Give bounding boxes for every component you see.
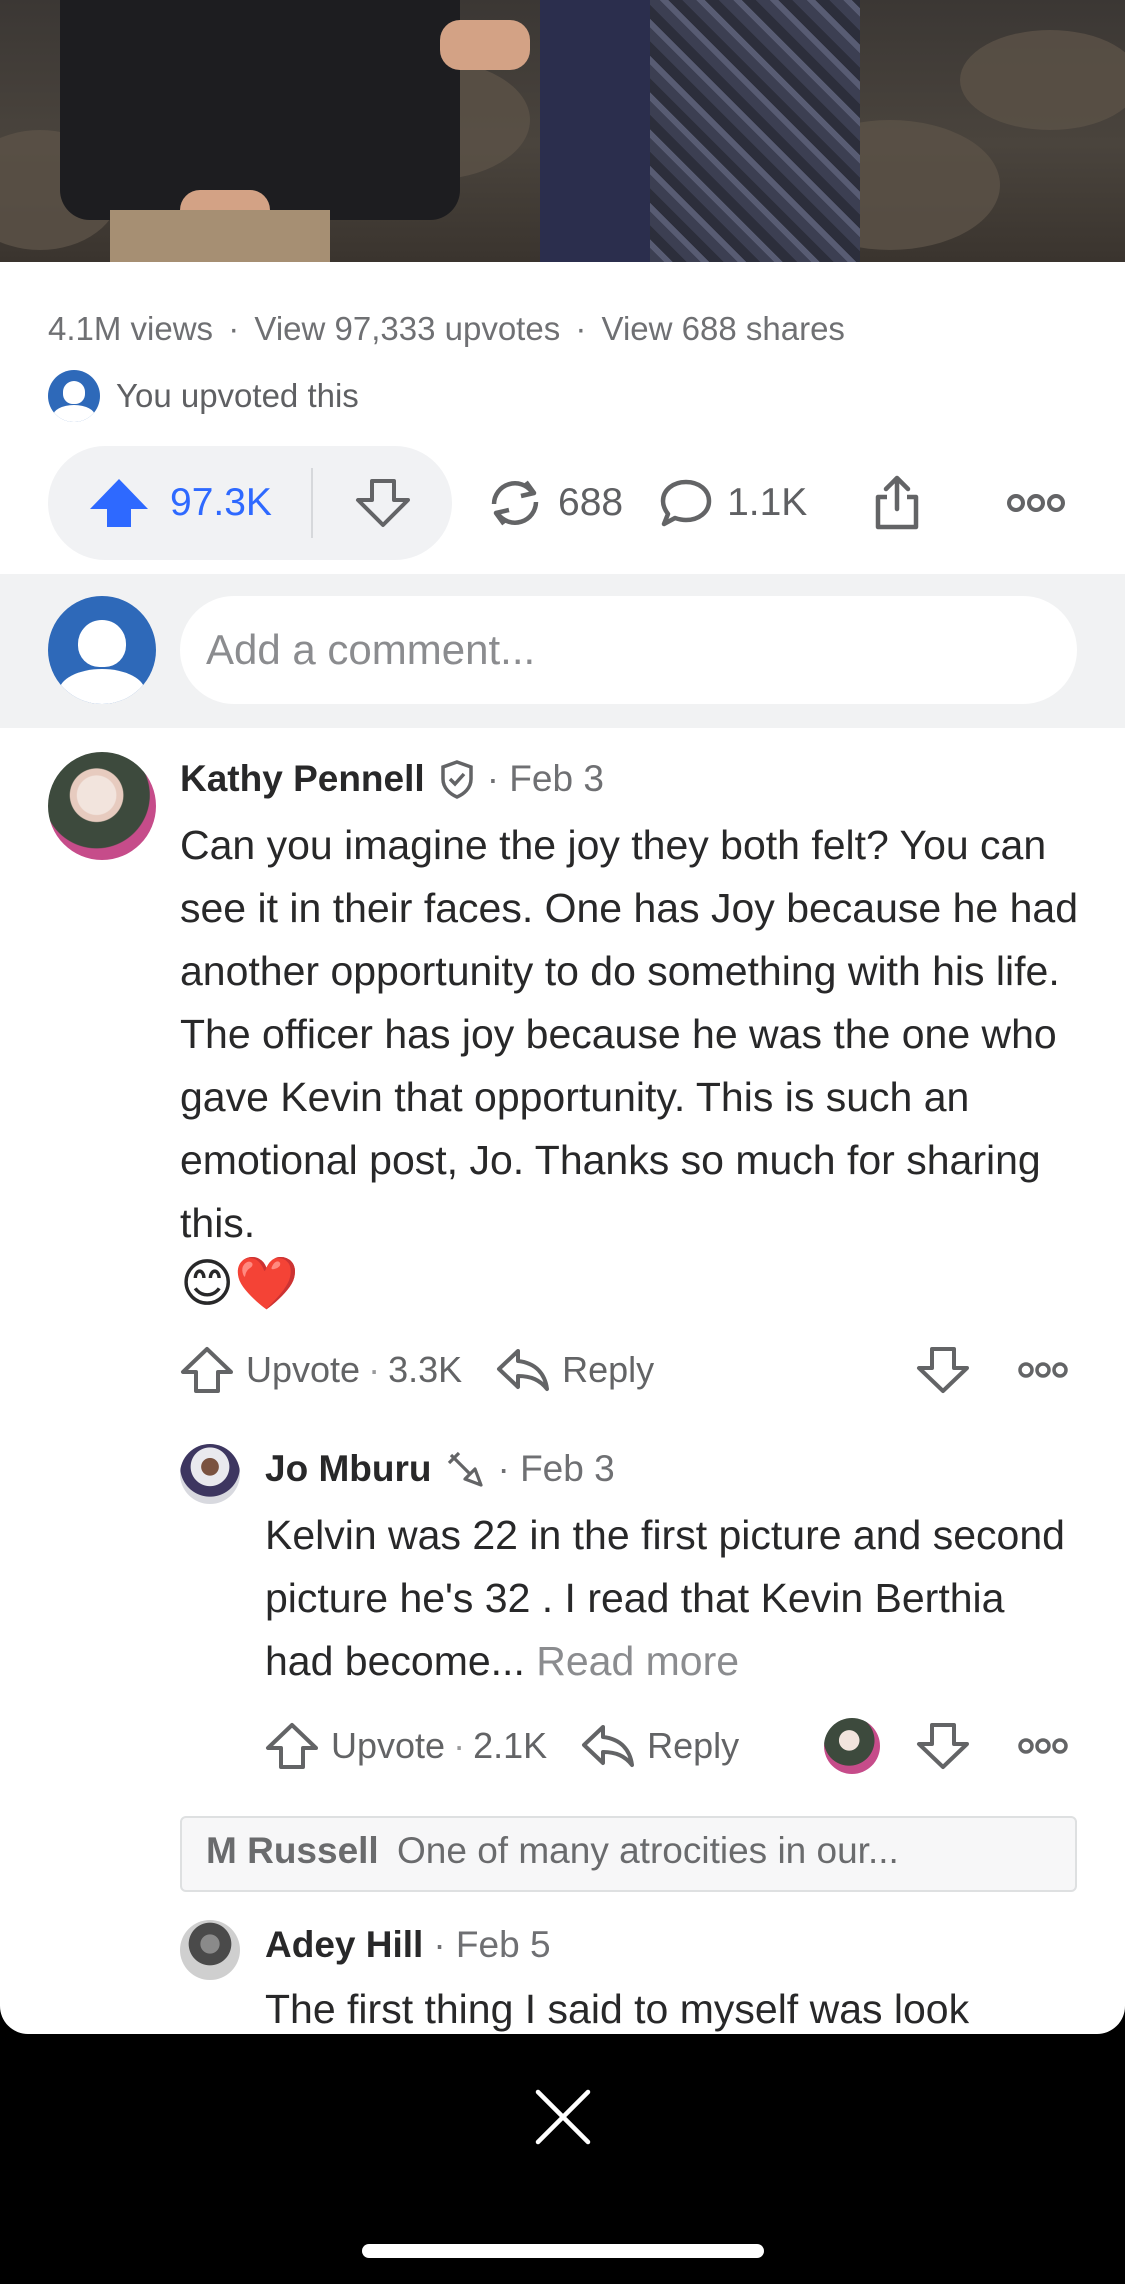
quote-author: M Russell bbox=[206, 1830, 379, 1871]
avatar bbox=[48, 370, 100, 422]
comment-actions: Upvote · 3.3K Reply bbox=[180, 1346, 1080, 1394]
post-sheet: 4.1M views · View 97,333 upvotes · View … bbox=[0, 0, 1125, 2034]
comment-author[interactable]: Kathy Pennell bbox=[180, 758, 425, 800]
separator: · bbox=[575, 310, 587, 347]
more-icon bbox=[1007, 494, 1065, 512]
collapsed-comment[interactable]: M Russell One of many atrocities in our.… bbox=[180, 1816, 1077, 1892]
more-icon bbox=[1018, 1362, 1068, 1378]
reply-icon bbox=[582, 1725, 635, 1767]
upvote-button[interactable]: 97.3K bbox=[48, 468, 313, 538]
post-photo[interactable] bbox=[0, 0, 1125, 262]
reply-button[interactable]: Reply bbox=[496, 1347, 654, 1393]
shield-badge-icon bbox=[440, 760, 473, 799]
avatar[interactable] bbox=[180, 1444, 240, 1504]
comment-author[interactable]: Jo Mburu bbox=[265, 1448, 431, 1490]
comment-date: · Feb 5 bbox=[433, 1924, 551, 1965]
upvote-count: 97.3K bbox=[170, 481, 272, 524]
more-options-button[interactable] bbox=[1018, 1361, 1068, 1379]
photo-jacket bbox=[60, 0, 460, 220]
separator: · bbox=[368, 1349, 381, 1390]
upvote-icon bbox=[266, 1723, 318, 1769]
share-button[interactable]: 688 bbox=[486, 476, 623, 530]
quote-text: One of many atrocities in our... bbox=[397, 1830, 899, 1871]
comment-header: Jo Mburu · Feb 3 bbox=[265, 1448, 615, 1490]
upvoter-avatar bbox=[824, 1718, 880, 1774]
avatar[interactable] bbox=[48, 752, 156, 860]
comment-count: 1.1K bbox=[727, 481, 808, 524]
reply-label: Reply bbox=[647, 1725, 740, 1766]
comment-text: The first thing I said to myself was loo… bbox=[265, 1986, 970, 2032]
upvote-count: 2.1K bbox=[473, 1725, 548, 1766]
separator: · bbox=[453, 1725, 466, 1766]
comment-emojis: 😊❤️ bbox=[180, 1255, 299, 1313]
upvote-count: 3.3K bbox=[388, 1349, 463, 1390]
post-stats: 4.1M views · View 97,333 upvotes · View … bbox=[48, 310, 851, 348]
comment-button[interactable]: 1.1K bbox=[659, 478, 807, 528]
downvote-icon bbox=[917, 1347, 969, 1393]
upvote-button[interactable]: Upvote bbox=[180, 1346, 360, 1394]
avatar bbox=[48, 596, 156, 704]
upvote-button[interactable]: Upvote bbox=[265, 1722, 445, 1770]
comment-actions: Upvote · 2.1K Reply bbox=[265, 1718, 1080, 1774]
view-shares-link[interactable]: View 688 shares bbox=[602, 310, 845, 347]
avatar[interactable] bbox=[180, 1920, 240, 1980]
comment-author[interactable]: Adey Hill bbox=[265, 1924, 423, 1966]
comment-text: Kelvin was 22 in the first picture and s… bbox=[265, 1504, 1080, 1693]
upvote-filled-icon bbox=[90, 479, 148, 527]
pen-badge-icon bbox=[448, 1451, 484, 1487]
separator: · bbox=[228, 310, 240, 347]
upvote-icon bbox=[181, 1347, 233, 1393]
comment-input[interactable]: Add a comment... bbox=[180, 596, 1077, 704]
downvote-button[interactable] bbox=[313, 478, 452, 528]
upload-share-button[interactable] bbox=[873, 475, 921, 531]
comment-header: Kathy Pennell · Feb 3 bbox=[180, 758, 604, 800]
comment-text: Can you imagine the joy they both felt? … bbox=[180, 822, 1078, 1246]
downvote-button[interactable] bbox=[916, 1346, 970, 1394]
upvoted-note: You upvoted this bbox=[48, 370, 359, 422]
upload-icon bbox=[876, 475, 919, 530]
close-button[interactable] bbox=[534, 2088, 592, 2146]
comment-icon bbox=[660, 479, 712, 527]
view-upvotes-link[interactable]: View 97,333 upvotes bbox=[254, 310, 560, 347]
upvoted-label: You upvoted this bbox=[116, 377, 359, 414]
share-icon bbox=[491, 480, 539, 526]
photo-stone bbox=[960, 30, 1125, 130]
downvote-icon bbox=[355, 479, 410, 527]
read-more-link[interactable]: Read more bbox=[536, 1638, 739, 1684]
downvote-button[interactable] bbox=[916, 1722, 970, 1770]
photo-plaid-shirt bbox=[650, 0, 860, 262]
photo-hand bbox=[440, 20, 530, 70]
reply-button[interactable]: Reply bbox=[581, 1723, 739, 1769]
reply-icon bbox=[497, 1349, 550, 1391]
close-icon bbox=[535, 2089, 591, 2145]
more-options-button[interactable] bbox=[1006, 493, 1066, 513]
photo-trousers bbox=[110, 210, 330, 262]
more-options-button[interactable] bbox=[1018, 1737, 1068, 1755]
upvote-label: Upvote bbox=[331, 1725, 446, 1766]
downvote-icon bbox=[917, 1723, 969, 1769]
reply-label: Reply bbox=[562, 1349, 655, 1390]
comment-bar: Add a comment... bbox=[0, 574, 1125, 728]
share-count: 688 bbox=[558, 481, 624, 524]
comment-date: · Feb 3 bbox=[497, 1448, 615, 1489]
more-icon bbox=[1018, 1738, 1068, 1754]
home-indicator[interactable] bbox=[362, 2244, 764, 2258]
comment-header: Adey Hill · Feb 5 bbox=[265, 1924, 551, 1966]
post-actions: 97.3K 688 1.1K bbox=[48, 446, 1078, 560]
vote-pill: 97.3K bbox=[48, 446, 452, 560]
upvote-label: Upvote bbox=[246, 1349, 361, 1390]
views-count: 4.1M views bbox=[48, 310, 214, 347]
comment-date: · Feb 3 bbox=[486, 758, 604, 799]
